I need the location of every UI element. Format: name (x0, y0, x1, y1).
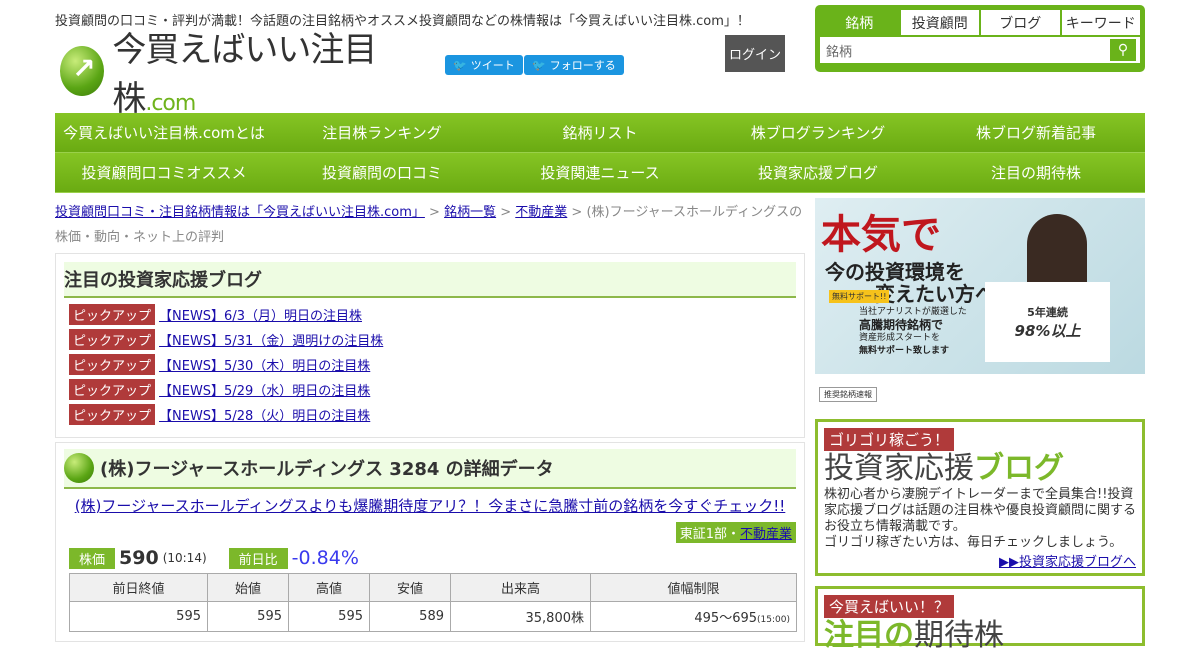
investor-blog-promo: ゴリゴリ稼ごう！ 投資家応援ブログ 株初心者から凄腕デイトレーダーまで全員集合!… (815, 419, 1145, 576)
promo-title: 投資家応援 (824, 451, 974, 486)
cell: 495～695(15:00) (590, 601, 797, 632)
ad-banner[interactable]: 本気で 今の投資環境を 変えたい方へ 無料サポート!! 当社アナリストが厳選した… (815, 198, 1145, 408)
col-header: 始値 (207, 573, 289, 602)
breadcrumb-list[interactable]: 銘柄一覧 (444, 205, 496, 220)
ad-sign: 98%以上 (1014, 322, 1081, 340)
blog-link[interactable]: 【NEWS】5/29（水）明日の注目株 (159, 380, 370, 399)
col-header: 高値 (288, 573, 370, 602)
market-badge: 東証1部・不動産業 (675, 522, 796, 543)
follow-label: フォローする (549, 59, 616, 72)
blog-link[interactable]: 【NEWS】5/30（木）明日の注目株 (159, 355, 370, 374)
nav-blog-new[interactable]: 株ブログ新着記事 (927, 113, 1145, 152)
main-nav: 今買えばいい注目株.comとは 注目株ランキング 銘柄リスト 株ブログランキング… (55, 113, 1145, 193)
tweet-button[interactable]: 🐦 ツイート (445, 55, 523, 75)
pickup-badge: ピックアップ (69, 378, 156, 400)
ad-sign: 5年連続 (1027, 306, 1068, 319)
change-label: 前日比 (228, 547, 288, 569)
expected-stocks-promo: 今買えばいい！？ 注目の期待株 (815, 586, 1145, 653)
search-tab-blog[interactable]: ブログ (981, 10, 1060, 35)
nav-advisor-reviews[interactable]: 投資顧問の口コミ (273, 153, 491, 192)
cell: 595 (207, 601, 289, 632)
ad-person-image (1027, 214, 1087, 284)
market-name: 東証1部・ (679, 527, 740, 542)
search-input[interactable]: 銘柄 ⚲ (820, 37, 1140, 63)
ad-ticker-label: 推奨銘柄速報 (819, 387, 877, 402)
investor-blog-link[interactable]: ▶▶投資家応援ブログへ (999, 555, 1136, 570)
search-tab-stock[interactable]: 銘柄 (820, 10, 899, 35)
detail-title: (株)フージャースホールディングス 3284 の詳細データ (100, 459, 554, 480)
ad-headline: 変えたい方へ (875, 282, 995, 306)
tweet-label: ツイート (470, 59, 515, 72)
nav-stock-list[interactable]: 銘柄リスト (491, 113, 709, 152)
nav-about[interactable]: 今買えばいい注目株.comとは (55, 113, 273, 152)
nav-news[interactable]: 投資関連ニュース (491, 153, 709, 192)
logo-icon (64, 453, 94, 483)
promo-label: ゴリゴリ稼ごう！ (824, 428, 955, 451)
list-item: ピックアップ 【NEWS】5/29（水）明日の注目株 (69, 378, 796, 400)
pickup-badge: ピックアップ (69, 353, 156, 375)
nav-advisor-recommend[interactable]: 投資顧問口コミオススメ (55, 153, 273, 192)
breadcrumb: 投資顧問口コミ・注目銘柄情報は「今買えばいい注目株.com」 > 銘柄一覧 > … (55, 205, 803, 245)
cell: 595 (69, 601, 208, 632)
section-title: 注目の投資家応援ブログ (64, 262, 796, 298)
ad-badge: 無料サポート!! (829, 290, 890, 303)
pickup-badge: ピックアップ (69, 303, 156, 325)
stock-price: 590 (119, 547, 159, 569)
price-table: 前日終値 始値 高値 安値 出来高 値幅制限 595 595 595 589 3… (69, 573, 797, 632)
stock-detail: (株)フージャースホールディングス 3284 の詳細データ (株)フージャースホ… (55, 442, 805, 642)
promo-title-accent: ブログ (974, 451, 1064, 486)
login-button[interactable]: ログイン (725, 35, 785, 72)
search-tab-keyword[interactable]: キーワード (1061, 10, 1140, 35)
price-label: 株価 (69, 547, 116, 569)
search-panel: 銘柄 投資顧問 ブログ キーワード 銘柄 ⚲ (815, 5, 1145, 72)
ad-text: 資産形成スタートを (859, 333, 941, 343)
price-change: -0.84% (291, 547, 359, 569)
ad-headline: 本気で (821, 212, 941, 258)
table-row: 595 595 595 589 35,800株 495～695(15:00) (69, 601, 797, 632)
search-placeholder: 銘柄 (826, 44, 853, 60)
nav-ranking[interactable]: 注目株ランキング (273, 113, 491, 152)
pickup-badge: ピックアップ (69, 403, 156, 425)
search-tab-advisor[interactable]: 投資顧問 (900, 10, 979, 35)
nav-blog-ranking[interactable]: 株ブログランキング (709, 113, 927, 152)
breadcrumb-home[interactable]: 投資顧問口コミ・注目銘柄情報は「今買えばいい注目株.com」 (55, 205, 425, 220)
site-logo[interactable]: 今買えばいい注目株.com (60, 30, 420, 119)
ad-text: 高騰期待銘柄で (859, 318, 944, 332)
logo-icon (60, 46, 105, 96)
col-header: 前日終値 (69, 573, 208, 602)
promo-link[interactable]: (株)フージャースホールディングスよりも爆騰期待度アリ？！今まさに急騰寸前の銘柄… (75, 497, 786, 515)
list-item: ピックアップ 【NEWS】5/31（金）週明けの注目株 (69, 328, 796, 350)
twitter-icon: 🐦 (453, 58, 467, 72)
follow-button[interactable]: 🐦 フォローする (524, 55, 624, 75)
pickup-badge: ピックアップ (69, 328, 156, 350)
cell: 595 (288, 601, 370, 632)
cell: 589 (369, 601, 451, 632)
col-header: 出来高 (450, 573, 591, 602)
nav-investor-blog[interactable]: 投資家応援ブログ (709, 153, 927, 192)
cell: 35,800株 (450, 601, 591, 632)
col-header: 安値 (369, 573, 451, 602)
list-item: ピックアップ 【NEWS】6/3（月）明日の注目株 (69, 303, 796, 325)
limit-time: (15:00) (757, 615, 790, 625)
ad-text: 無料サポート致します (859, 346, 950, 356)
nav-expected-stocks[interactable]: 注目の期待株 (927, 153, 1145, 192)
twitter-icon: 🐦 (532, 58, 546, 72)
list-item: ピックアップ 【NEWS】5/30（木）明日の注目株 (69, 353, 796, 375)
promo-label: 今買えばいい！？ (824, 595, 955, 618)
col-header: 値幅制限 (590, 573, 797, 602)
search-icon[interactable]: ⚲ (1110, 39, 1136, 61)
limit-range: 495～695 (694, 611, 758, 626)
promo-title-accent: 注目の (824, 618, 914, 653)
blog-link[interactable]: 【NEWS】6/3（月）明日の注目株 (159, 305, 362, 324)
list-item: ピックアップ 【NEWS】5/28（火）明日の注目株 (69, 403, 796, 425)
promo-text: 株初心者から凄腕デイトレーダーまで全員集合!!投資家応援ブログは話題の注目株や優… (824, 487, 1137, 550)
promo-title: 期待株 (914, 618, 1004, 653)
breadcrumb-sector[interactable]: 不動産業 (515, 205, 567, 220)
investor-blog-box: 注目の投資家応援ブログ ピックアップ 【NEWS】6/3（月）明日の注目株 ピック… (55, 253, 805, 438)
blog-link[interactable]: 【NEWS】5/31（金）週明けの注目株 (159, 330, 383, 349)
sector-link[interactable]: 不動産業 (740, 527, 792, 542)
price-time: (10:14) (162, 551, 207, 565)
blog-link[interactable]: 【NEWS】5/28（火）明日の注目株 (159, 405, 370, 424)
